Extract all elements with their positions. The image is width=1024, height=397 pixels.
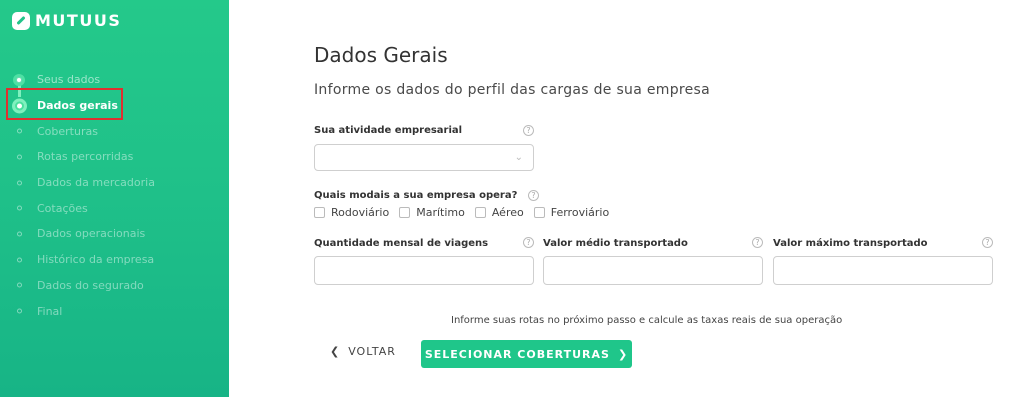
step-label: Final — [37, 304, 63, 318]
step-label: Cotações — [37, 201, 88, 215]
step-pending-icon — [17, 180, 22, 186]
brand-name: mutuus — [35, 11, 122, 30]
chevron-down-icon: ⌄ — [514, 152, 523, 163]
info-text: Informe suas rotas no próximo passo e ca… — [451, 315, 843, 326]
next-button[interactable]: SELECIONAR COBERTURAS ❯ — [421, 340, 632, 368]
step-coberturas[interactable]: Coberturas — [0, 118, 229, 144]
sidebar: mutuus Seus dados Dados gerais Cobertura… — [0, 0, 229, 397]
step-pending-icon — [17, 205, 22, 211]
checkbox-label: Rodoviário — [331, 206, 390, 219]
modal-rodoviario[interactable]: Rodoviário — [314, 206, 389, 219]
help-icon[interactable]: ? — [752, 237, 763, 248]
step-dados-mercadoria[interactable]: Dados da mercadoria — [0, 170, 229, 196]
step-pending-icon — [17, 231, 22, 237]
step-cotacoes[interactable]: Cotações — [0, 195, 229, 221]
checkbox[interactable] — [314, 207, 325, 218]
step-active-icon — [12, 98, 27, 114]
back-button[interactable]: ❮ VOLTAR — [330, 345, 396, 358]
valor-medio-input[interactable] — [543, 256, 763, 285]
back-label: VOLTAR — [348, 345, 396, 358]
help-icon[interactable]: ? — [523, 237, 534, 248]
step-label: Rotas percorridas — [37, 150, 134, 164]
modal-maritimo[interactable]: Marítimo — [399, 206, 465, 219]
modais-options: Rodoviário Marítimo Aéreo Ferroviário — [314, 206, 613, 219]
step-label: Coberturas — [37, 124, 98, 138]
page-subtitle: Informe os dados do perfil das cargas de… — [314, 82, 711, 98]
logo: mutuus — [12, 11, 121, 30]
step-dados-gerais[interactable]: Dados gerais — [0, 93, 229, 119]
modal-ferroviario[interactable]: Ferroviário — [533, 206, 610, 219]
valor-maximo-label: Valor máximo transportado — [773, 238, 928, 249]
modais-label: Quais modais a sua empresa opera? — [314, 190, 518, 201]
step-label: Dados da mercadoria — [37, 176, 155, 190]
step-label: Dados gerais — [37, 99, 118, 113]
step-pending-icon — [17, 308, 22, 314]
step-label: Histórico da empresa — [37, 253, 155, 267]
step-rotas-percorridas[interactable]: Rotas percorridas — [0, 144, 229, 170]
page-title: Dados Gerais — [314, 43, 448, 67]
atividade-label: Sua atividade empresarial — [314, 125, 463, 136]
step-seus-dados[interactable]: Seus dados — [0, 67, 229, 93]
help-icon[interactable]: ? — [523, 125, 534, 136]
checkbox[interactable] — [399, 207, 411, 218]
help-icon[interactable]: ? — [982, 237, 993, 248]
step-pending-icon — [17, 257, 22, 263]
help-icon[interactable]: ? — [528, 190, 539, 201]
step-label: Dados operacionais — [37, 227, 146, 241]
mutuus-logo-icon — [12, 11, 30, 30]
chevron-right-icon: ❯ — [617, 347, 629, 361]
step-pending-icon — [17, 282, 22, 288]
checkbox-label: Aéreo — [491, 206, 524, 219]
step-final[interactable]: Final — [0, 298, 229, 324]
next-label: SELECIONAR COBERTURAS — [424, 347, 610, 361]
step-label: Seus dados — [37, 73, 101, 87]
step-historico-empresa[interactable]: Histórico da empresa — [0, 247, 229, 273]
step-list: Seus dados Dados gerais Coberturas Rotas… — [0, 67, 229, 324]
checkbox-label: Ferroviário — [550, 206, 610, 219]
step-dados-operacionais[interactable]: Dados operacionais — [0, 221, 229, 247]
chevron-left-icon: ❮ — [330, 345, 341, 358]
checkbox[interactable] — [533, 207, 545, 218]
step-label: Dados do segurado — [37, 278, 144, 292]
atividade-select[interactable]: ⌄ — [314, 144, 534, 171]
valor-maximo-input[interactable] — [773, 256, 993, 285]
valor-medio-label: Valor médio transportado — [543, 238, 688, 249]
modal-aereo[interactable]: Aéreo — [474, 206, 524, 219]
viagens-input[interactable] — [314, 256, 534, 285]
step-done-icon — [13, 73, 25, 86]
viagens-label: Quantidade mensal de viagens — [314, 238, 489, 249]
step-dados-segurado[interactable]: Dados do segurado — [0, 273, 229, 299]
checkbox[interactable] — [474, 207, 486, 218]
step-pending-icon — [17, 128, 22, 134]
step-pending-icon — [17, 154, 22, 160]
checkbox-label: Marítimo — [416, 206, 465, 219]
